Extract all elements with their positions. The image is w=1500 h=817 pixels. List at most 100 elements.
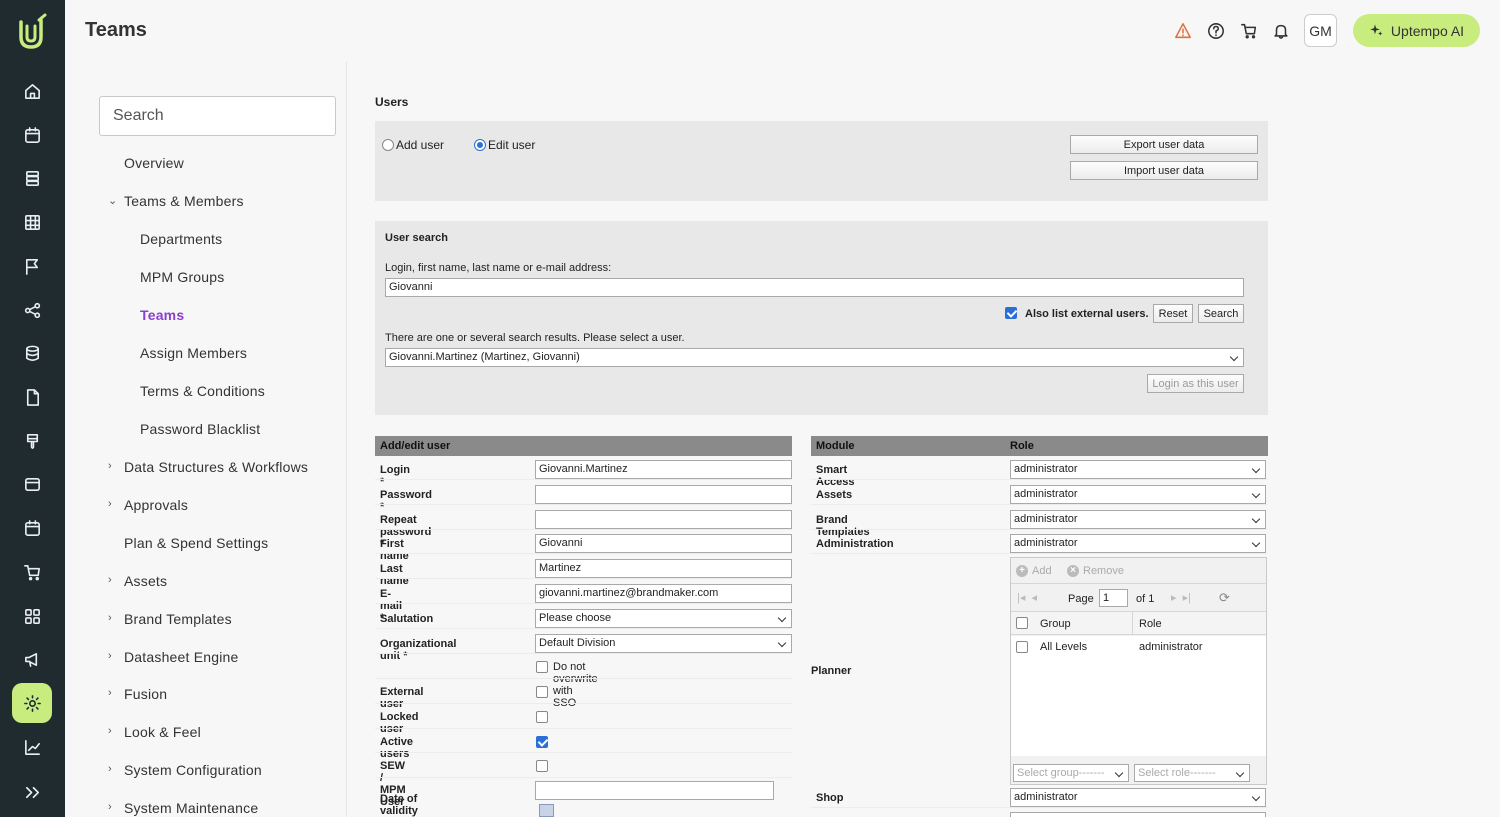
- calendar-icon[interactable]: [16, 119, 48, 151]
- sidebar-item-brand-templates[interactable]: Brand Templates: [124, 611, 232, 627]
- sidebar-item-assets[interactable]: Assets: [124, 573, 167, 589]
- sew-mpm-checkbox[interactable]: [536, 760, 548, 772]
- sidebar-item-approvals[interactable]: Approvals: [124, 497, 188, 513]
- chevron-right-icon[interactable]: ›: [108, 650, 112, 662]
- first-name-label: First name: [380, 538, 409, 562]
- validity-date-field[interactable]: [535, 781, 774, 800]
- grid-remove-button[interactable]: × Remove: [1067, 565, 1124, 577]
- salutation-select[interactable]: Please choose: [535, 609, 792, 628]
- chevron-right-icon[interactable]: ›: [108, 687, 112, 699]
- grid-row-group: All Levels: [1040, 641, 1088, 653]
- uptempo-ai-button[interactable]: Uptempo AI: [1353, 14, 1480, 47]
- stack-icon[interactable]: [16, 162, 48, 194]
- sidebar-item-system-maintenance[interactable]: System Maintenance: [124, 800, 258, 816]
- apps-icon[interactable]: [16, 600, 48, 632]
- sidebar-item-system-configuration[interactable]: System Configuration: [124, 762, 262, 778]
- sidebar-item-password-blacklist[interactable]: Password Blacklist: [140, 421, 260, 437]
- select-group-dropdown[interactable]: Select group-------: [1013, 764, 1129, 782]
- divider: [811, 479, 1268, 480]
- help-icon[interactable]: [1205, 20, 1227, 42]
- window-icon[interactable]: [16, 468, 48, 500]
- add-user-radio[interactable]: Add user: [382, 138, 444, 152]
- select-role-dropdown[interactable]: Select role-------: [1134, 764, 1250, 782]
- edit-user-radio[interactable]: Edit user: [474, 138, 535, 152]
- calendar-picker-icon[interactable]: [539, 804, 554, 817]
- grid-pager-next[interactable]: ▸ ▸|: [1171, 591, 1191, 604]
- chevron-right-icon[interactable]: ›: [108, 725, 112, 737]
- login-field[interactable]: Giovanni.Martinez: [535, 460, 792, 479]
- user-result-select[interactable]: Giovanni.Martinez (Martinez, Giovanni): [385, 348, 1244, 367]
- org-unit-select[interactable]: Default Division: [535, 634, 792, 653]
- cart-icon[interactable]: [16, 556, 48, 588]
- expand-icon[interactable]: [16, 776, 48, 808]
- sidebar-item-data-structures[interactable]: Data Structures & Workflows: [124, 459, 308, 475]
- org-unit-label: Organizational unit *: [380, 638, 456, 662]
- chevron-down-icon[interactable]: ⌄: [108, 194, 117, 207]
- cart-icon[interactable]: [1238, 20, 1260, 42]
- role-select-assets[interactable]: administrator: [1010, 485, 1266, 504]
- search-button[interactable]: Search: [1198, 304, 1244, 323]
- sidebar-item-overview[interactable]: Overview: [124, 155, 184, 171]
- home-icon[interactable]: [16, 75, 48, 107]
- sidebar-item-teams[interactable]: Teams: [140, 307, 184, 323]
- grid-row-checkbox[interactable]: [1016, 641, 1028, 653]
- brush-icon[interactable]: [16, 425, 48, 457]
- uptempo-logo[interactable]: [14, 12, 50, 52]
- select-all-checkbox[interactable]: [1016, 617, 1028, 629]
- radio-button[interactable]: [382, 139, 394, 151]
- chevron-right-icon[interactable]: ›: [108, 801, 112, 813]
- refresh-icon[interactable]: ⟳: [1219, 590, 1230, 606]
- sidebar-search-input[interactable]: Search: [99, 96, 336, 136]
- sidebar-item-look-feel[interactable]: Look & Feel: [124, 724, 201, 740]
- user-search-input[interactable]: Giovanni: [385, 278, 1244, 297]
- active-user-checkbox[interactable]: [536, 736, 548, 748]
- login-as-user-button[interactable]: Login as this user: [1147, 374, 1244, 393]
- radio-button[interactable]: [474, 139, 486, 151]
- megaphone-icon[interactable]: [16, 643, 48, 675]
- sidebar-item-datasheet-engine[interactable]: Datasheet Engine: [124, 649, 239, 665]
- import-user-data-button[interactable]: Import user data: [1070, 161, 1258, 180]
- last-name-field[interactable]: Martinez: [535, 559, 792, 578]
- warning-icon[interactable]: [1172, 20, 1194, 42]
- grid-pager-first[interactable]: |◂ ◂: [1017, 591, 1037, 604]
- role-select-smart-access[interactable]: administrator: [1010, 460, 1266, 479]
- sidebar-item-fusion[interactable]: Fusion: [124, 686, 167, 702]
- repeat-password-field[interactable]: [535, 510, 792, 529]
- settings-icon[interactable]: [12, 683, 52, 723]
- chevron-right-icon[interactable]: ›: [108, 612, 112, 624]
- external-user-checkbox[interactable]: [536, 686, 548, 698]
- avatar[interactable]: GM: [1304, 14, 1337, 47]
- sidebar-item-teams-members[interactable]: Teams & Members: [124, 193, 244, 209]
- next-role-select-partial[interactable]: [1010, 812, 1266, 817]
- sidebar-item-departments[interactable]: Departments: [140, 231, 222, 247]
- chevron-right-icon[interactable]: ›: [108, 574, 112, 586]
- sidebar-item-terms-conditions[interactable]: Terms & Conditions: [140, 383, 265, 399]
- sso-checkbox[interactable]: [536, 661, 548, 673]
- sidebar-item-mpm-groups[interactable]: MPM Groups: [140, 269, 224, 285]
- grid-add-button[interactable]: + Add: [1016, 565, 1052, 577]
- calendar-icon[interactable]: [16, 512, 48, 544]
- database-icon[interactable]: [16, 337, 48, 369]
- sidebar-item-assign-members[interactable]: Assign Members: [140, 345, 247, 361]
- sidebar-item-plan-spend[interactable]: Plan & Spend Settings: [124, 535, 268, 551]
- flag-icon[interactable]: [16, 250, 48, 282]
- chevron-right-icon[interactable]: ›: [108, 498, 112, 510]
- chevron-right-icon[interactable]: ›: [108, 763, 112, 775]
- chevron-right-icon[interactable]: ›: [108, 460, 112, 472]
- document-icon[interactable]: [16, 381, 48, 413]
- bell-icon[interactable]: [1270, 20, 1292, 42]
- first-name-field[interactable]: Giovanni: [535, 534, 792, 553]
- grid-table-icon[interactable]: [16, 206, 48, 238]
- export-user-data-button[interactable]: Export user data: [1070, 135, 1258, 154]
- role-select-administration[interactable]: administrator: [1010, 534, 1266, 553]
- password-field[interactable]: [535, 485, 792, 504]
- role-select-brand-templates[interactable]: administrator: [1010, 510, 1266, 529]
- locked-user-checkbox[interactable]: [536, 711, 548, 723]
- external-users-checkbox[interactable]: [1005, 307, 1017, 319]
- share-nodes-icon[interactable]: [16, 294, 48, 326]
- reset-button[interactable]: Reset: [1153, 304, 1193, 323]
- email-field[interactable]: giovanni.martinez@brandmaker.com: [535, 584, 792, 603]
- chart-icon[interactable]: [16, 731, 48, 763]
- role-select-shop[interactable]: administrator: [1010, 788, 1266, 807]
- page-input[interactable]: 1: [1099, 589, 1128, 607]
